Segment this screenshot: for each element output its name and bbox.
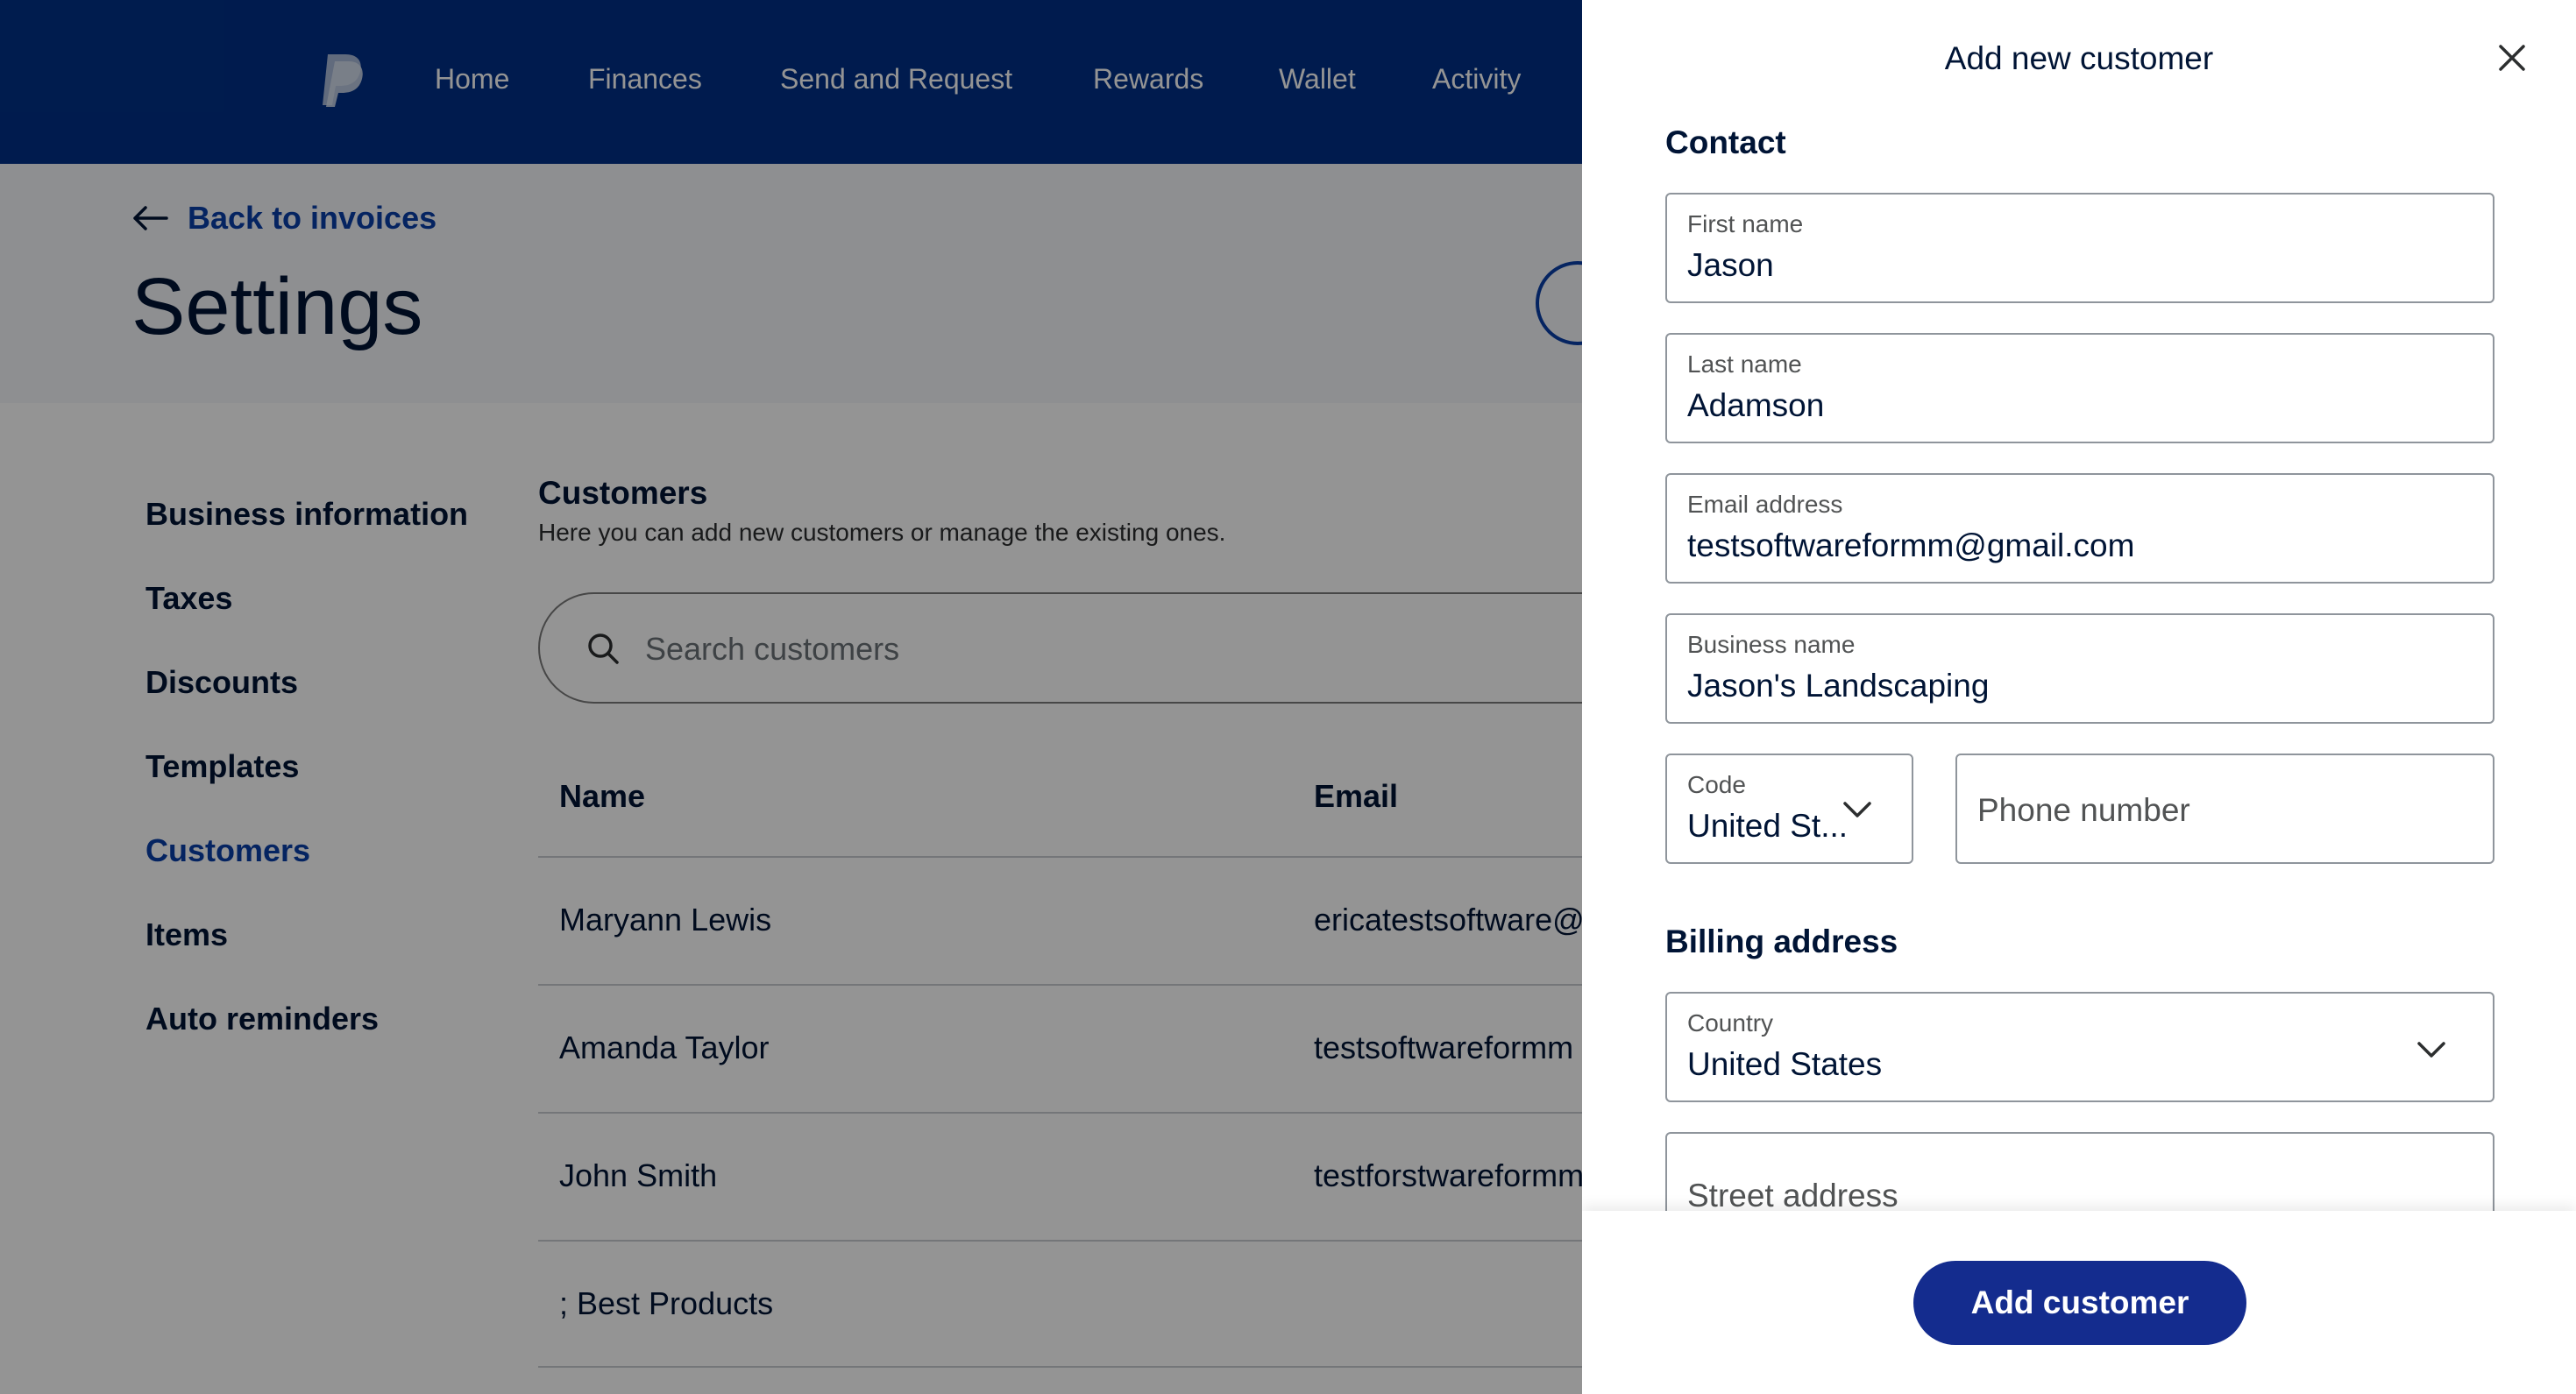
street-address-placeholder: Street address — [1687, 1178, 1898, 1214]
business-name-field[interactable]: Business name Jason's Landscaping — [1665, 613, 2494, 724]
email-label: Email address — [1687, 491, 1843, 518]
contact-section-title: Contact — [1665, 124, 1786, 160]
chevron-down-icon — [1843, 802, 1871, 817]
phone-number-field[interactable]: Phone number — [1955, 754, 2494, 864]
country-value: United States — [1687, 1046, 1883, 1082]
country-code-select[interactable]: Code United St... — [1665, 754, 1913, 864]
country-select[interactable]: Country United States — [1665, 992, 2494, 1102]
last-name-value: Adamson — [1687, 387, 1825, 423]
first-name-field[interactable]: First name Jason — [1665, 193, 2494, 303]
business-name-value: Jason's Landscaping — [1687, 668, 1990, 704]
chevron-down-icon — [2417, 1042, 2445, 1058]
add-customer-button[interactable]: Add customer — [1913, 1261, 2246, 1345]
business-name-label: Business name — [1687, 631, 1856, 658]
close-icon[interactable] — [2498, 44, 2526, 72]
drawer-title: Add new customer — [1944, 40, 2214, 76]
country-code-label: Code — [1687, 771, 1746, 798]
modal-backdrop[interactable] — [0, 0, 1582, 1394]
email-value: testsoftwareformm@gmail.com — [1687, 527, 2135, 563]
first-name-label: First name — [1687, 210, 1804, 237]
billing-address-section-title: Billing address — [1665, 923, 1898, 959]
drawer-footer: Add customer — [1582, 1211, 2576, 1394]
country-code-value: United St... — [1687, 808, 1849, 844]
last-name-label: Last name — [1687, 350, 1802, 378]
first-name-value: Jason — [1687, 247, 1774, 283]
last-name-field[interactable]: Last name Adamson — [1665, 333, 2494, 443]
email-field[interactable]: Email address testsoftwareformm@gmail.co… — [1665, 473, 2494, 584]
add-customer-drawer: Add new customer Contact First name Jaso… — [1582, 0, 2576, 1394]
phone-number-placeholder: Phone number — [1977, 792, 2190, 828]
country-label: Country — [1687, 1009, 1774, 1037]
